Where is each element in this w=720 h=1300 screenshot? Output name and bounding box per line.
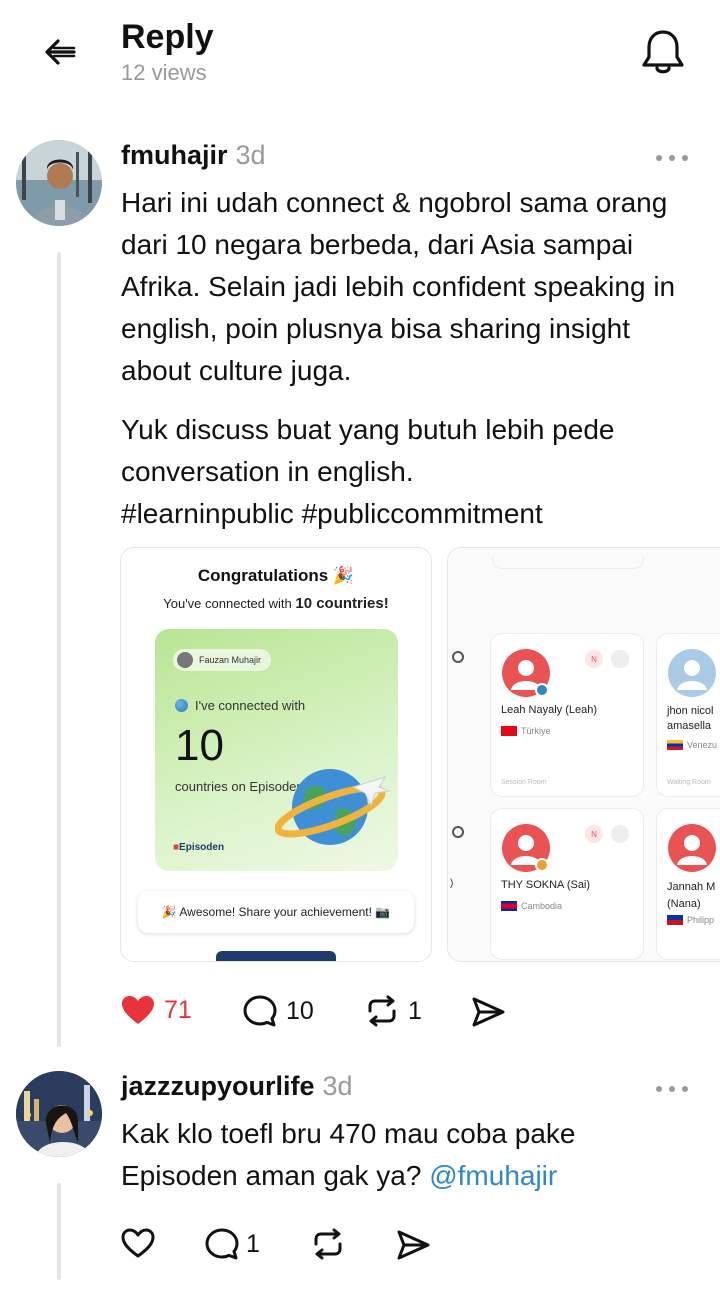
- reply-text: Kak klo toefl bru 470 mau coba pake Epis…: [121, 1118, 576, 1191]
- comment-icon: [243, 995, 277, 1027]
- more-icon: [656, 1086, 688, 1092]
- achievement-card: Fauzan Muhajir I've connected with 10 co…: [155, 629, 398, 871]
- participant-name: Jannah M (Nana): [667, 881, 716, 910]
- flag-icon: [501, 726, 517, 736]
- back-arrow-icon: [45, 39, 76, 65]
- comment-button[interactable]: 10: [242, 994, 314, 1028]
- avatar[interactable]: [16, 1071, 102, 1157]
- bell-icon: [642, 30, 684, 74]
- participant-name: THY SOKNA (Sai): [501, 879, 591, 891]
- brand-label: ■Episoden: [173, 842, 225, 853]
- comment-icon: [205, 1228, 239, 1260]
- participant-card[interactable]: jhon nicol amasella Venezu Waiting Room: [656, 633, 720, 797]
- page-title: Reply: [121, 18, 214, 56]
- post-paragraph-2: Yuk discuss buat yang butuh lebih pede c…: [121, 414, 615, 487]
- headset-icon: [611, 825, 629, 843]
- headset-icon: [452, 826, 464, 838]
- post-username[interactable]: fmuhajir: [121, 140, 228, 171]
- reply-like-button[interactable]: [120, 1227, 156, 1259]
- reply-more-button[interactable]: [655, 1069, 689, 1101]
- room-label: Waiting Room: [667, 779, 711, 786]
- comment-count: 10: [286, 996, 314, 1025]
- n-badge: N: [585, 650, 603, 668]
- post-more-button[interactable]: [655, 138, 689, 170]
- post-paragraph-1: Hari ini udah connect & ngobrol sama ora…: [121, 187, 676, 386]
- participant-name: jhon nicol amasella: [667, 705, 714, 732]
- reply-share-button[interactable]: [395, 1228, 431, 1262]
- back-button[interactable]: [38, 30, 82, 74]
- heart-icon: [121, 1228, 155, 1258]
- reply-username[interactable]: jazzzupyourlife: [121, 1071, 315, 1102]
- continue-button-edge: [216, 951, 336, 961]
- notification-button[interactable]: [638, 26, 688, 78]
- reply-time: 3d: [322, 1071, 353, 1101]
- share-achievement-button[interactable]: 🎉 Awesome! Share your achievement! 📷: [138, 891, 414, 933]
- reply-comment-button[interactable]: 1: [204, 1227, 260, 1261]
- reply-comment-count: 1: [246, 1229, 260, 1258]
- congrats-title: Congratulations 🎉: [197, 566, 355, 585]
- mention-link[interactable]: @fmuhajir: [429, 1160, 557, 1191]
- like-count: 71: [164, 995, 192, 1024]
- room-label: Session Room: [501, 779, 547, 786]
- repost-button[interactable]: 1: [364, 994, 422, 1028]
- avatar[interactable]: [16, 140, 102, 226]
- big-number: 10: [175, 721, 224, 770]
- share-button[interactable]: [470, 995, 506, 1029]
- user-badge: Fauzan Muhajir: [173, 649, 272, 671]
- participant-card[interactable]: N Leah Nayaly (Leah) Türkiye Session Roo…: [490, 633, 644, 797]
- post-image-2[interactable]: ) N Leah Nayaly (Leah) Türkiye Session R…: [447, 547, 720, 962]
- avatar-photo: [16, 1071, 102, 1157]
- flag-icon: [667, 915, 683, 925]
- heart-filled-icon: [122, 996, 154, 1024]
- congrats-subtitle: You've connected with 10 countries!: [163, 595, 389, 612]
- globe-icon: [175, 699, 188, 712]
- participant-card[interactable]: Jannah M (Nana) Philipp: [656, 808, 720, 960]
- send-icon: [397, 1230, 430, 1260]
- flag-icon: [667, 740, 683, 750]
- thread-line: [57, 252, 61, 1047]
- repost-icon: [314, 1228, 342, 1260]
- post-hashtags[interactable]: #learninpublic #publiccommitment: [121, 493, 681, 535]
- globe-plane-illustration: [275, 769, 391, 845]
- avatar-placeholder-icon: [668, 824, 716, 872]
- n-badge: N: [585, 825, 603, 843]
- post-image-1[interactable]: Congratulations 🎉 You've connected with …: [120, 547, 432, 962]
- avatar-placeholder-icon: [668, 649, 716, 697]
- avatar-placeholder-icon: [502, 649, 550, 697]
- view-count: 12 views: [121, 60, 207, 85]
- avatar-photo: [16, 140, 102, 226]
- avatar-placeholder-icon: [502, 824, 550, 872]
- headset-icon: [452, 651, 464, 663]
- like-button[interactable]: 71: [120, 994, 192, 1026]
- reply-repost-button[interactable]: [310, 1227, 346, 1261]
- flag-icon: [501, 901, 517, 911]
- post-time: 3d: [235, 140, 266, 170]
- thread-line: [57, 1183, 61, 1280]
- repost-icon: [368, 995, 396, 1027]
- participant-card[interactable]: N THY SOKNA (Sai) Cambodia: [490, 808, 644, 960]
- connected-text: I've connected with: [195, 698, 306, 713]
- send-icon: [472, 997, 505, 1027]
- repost-count: 1: [408, 996, 422, 1025]
- participant-name: Leah Nayaly (Leah): [501, 704, 598, 716]
- headset-icon: [611, 650, 629, 668]
- more-icon: [656, 155, 688, 161]
